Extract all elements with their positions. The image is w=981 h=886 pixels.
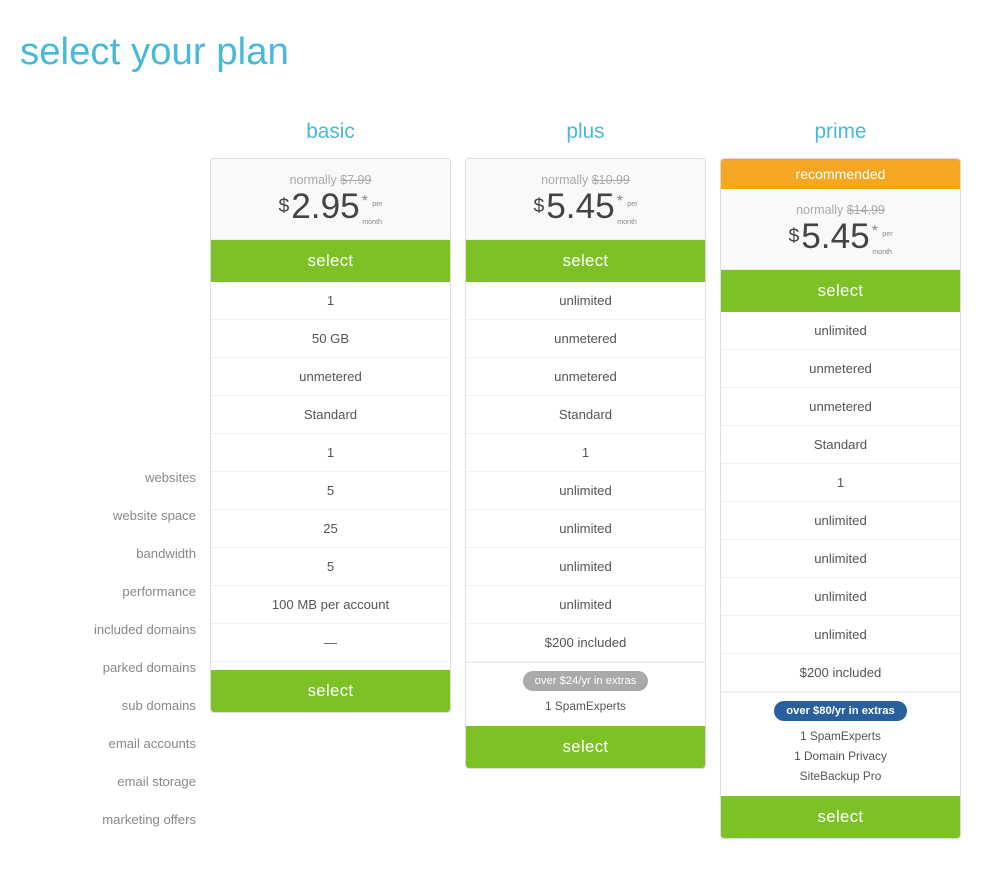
plan-basic-normally: normally $7.99 <box>221 173 440 187</box>
plan-basic-pricebox: normally $7.99 $ 2.95 * permonth <box>211 159 450 240</box>
plan-prime-extras: over $80/yr in extras 1 SpamExperts 1 Do… <box>721 692 960 796</box>
plan-prime-included-domains: 1 <box>721 464 960 502</box>
plan-prime-websites: unlimited <box>721 312 960 350</box>
feature-label-email-accounts: email accounts <box>20 724 210 762</box>
plan-plus-select-bottom[interactable]: select <box>466 726 705 768</box>
features-column: websites website space bandwidth perform… <box>20 114 210 838</box>
plan-prime-spam: 1 SpamExperts <box>727 726 954 746</box>
plan-prime-price: $ 5.45 * permonth <box>731 217 950 259</box>
plan-plus-card: normally $10.99 $ 5.45 * permonth select… <box>465 158 706 769</box>
plan-basic-space: 50 GB <box>211 320 450 358</box>
plan-prime-performance: Standard <box>721 426 960 464</box>
plan-basic-select-bottom[interactable]: select <box>211 670 450 712</box>
plan-plus-parked-domains: unlimited <box>466 472 705 510</box>
plan-prime-sub-domains: unlimited <box>721 540 960 578</box>
plan-prime-select-bottom[interactable]: select <box>721 796 960 838</box>
plan-plus-pricebox: normally $10.99 $ 5.45 * permonth <box>466 159 705 240</box>
plan-prime-domain-privacy: 1 Domain Privacy <box>727 746 954 766</box>
feature-label-email-storage: email storage <box>20 762 210 800</box>
plan-plus-websites: unlimited <box>466 282 705 320</box>
plan-basic-parked-domains: 5 <box>211 472 450 510</box>
plan-prime-pricebox: normally $14.99 $ 5.45 * permonth <box>721 189 960 270</box>
plan-plus-name: plus <box>465 114 706 150</box>
plan-basic-websites: 1 <box>211 282 450 320</box>
plan-basic-price: $ 2.95 * permonth <box>221 187 440 229</box>
plan-basic-email-storage: 100 MB per account <box>211 586 450 624</box>
plan-prime-email-accounts: unlimited <box>721 578 960 616</box>
plan-prime-card: recommended normally $14.99 $ 5.45 * per… <box>720 158 961 839</box>
plan-basic-sub-domains: 25 <box>211 510 450 548</box>
plan-basic-marketing: — <box>211 624 450 662</box>
plan-basic-email-accounts: 5 <box>211 548 450 586</box>
plans-wrapper: websites website space bandwidth perform… <box>20 114 961 839</box>
plan-plus-extras-badge: over $24/yr in extras <box>523 671 649 691</box>
plan-prime-select-top[interactable]: select <box>721 270 960 312</box>
feature-label-parked-domains: parked domains <box>20 648 210 686</box>
page-title: select your plan <box>20 30 961 74</box>
plan-basic-performance: Standard <box>211 396 450 434</box>
plan-plus-email-storage: unlimited <box>466 586 705 624</box>
feature-label-website-space: website space <box>20 496 210 534</box>
plan-plus-select-top[interactable]: select <box>466 240 705 282</box>
plan-basic: basic normally $7.99 $ 2.95 * permonth s… <box>210 114 451 839</box>
plan-plus-marketing: $200 included <box>466 624 705 662</box>
plan-basic-included-domains: 1 <box>211 434 450 472</box>
plan-prime-email-storage: unlimited <box>721 616 960 654</box>
plan-prime-parked-domains: unlimited <box>721 502 960 540</box>
plan-plus-included-domains: 1 <box>466 434 705 472</box>
plan-basic-name: basic <box>210 114 451 150</box>
plan-plus-price: $ 5.45 * permonth <box>476 187 695 229</box>
plan-prime-bandwidth: unmetered <box>721 388 960 426</box>
feature-label-included-domains: included domains <box>20 610 210 648</box>
plan-prime: prime recommended normally $14.99 $ 5.45… <box>720 114 961 839</box>
plan-plus-email-accounts: unlimited <box>466 548 705 586</box>
plan-prime-extras-badge: over $80/yr in extras <box>774 701 907 721</box>
plan-plus-sub-domains: unlimited <box>466 510 705 548</box>
plan-plus-bandwidth: unmetered <box>466 358 705 396</box>
plan-prime-recommended-badge: recommended <box>721 159 960 189</box>
plan-plus-spam: 1 SpamExperts <box>472 696 699 716</box>
plan-basic-select-top[interactable]: select <box>211 240 450 282</box>
plan-prime-sitebackup: SiteBackup Pro <box>727 766 954 786</box>
feature-label-performance: performance <box>20 572 210 610</box>
plan-plus: plus normally $10.99 $ 5.45 * permonth s… <box>465 114 706 839</box>
feature-label-bandwidth: bandwidth <box>20 534 210 572</box>
plan-basic-bandwidth: unmetered <box>211 358 450 396</box>
plan-plus-extras: over $24/yr in extras 1 SpamExperts <box>466 662 705 726</box>
feature-label-websites: websites <box>20 458 210 496</box>
plan-basic-card: normally $7.99 $ 2.95 * permonth select … <box>210 158 451 713</box>
feature-label-sub-domains: sub domains <box>20 686 210 724</box>
plan-plus-performance: Standard <box>466 396 705 434</box>
plan-prime-marketing: $200 included <box>721 654 960 692</box>
plan-plus-normally: normally $10.99 <box>476 173 695 187</box>
plan-prime-name: prime <box>720 114 961 150</box>
plan-prime-normally: normally $14.99 <box>731 203 950 217</box>
plan-prime-space: unmetered <box>721 350 960 388</box>
feature-label-marketing-offers: marketing offers <box>20 800 210 838</box>
plans-area: basic normally $7.99 $ 2.95 * permonth s… <box>210 114 961 839</box>
plan-plus-space: unmetered <box>466 320 705 358</box>
